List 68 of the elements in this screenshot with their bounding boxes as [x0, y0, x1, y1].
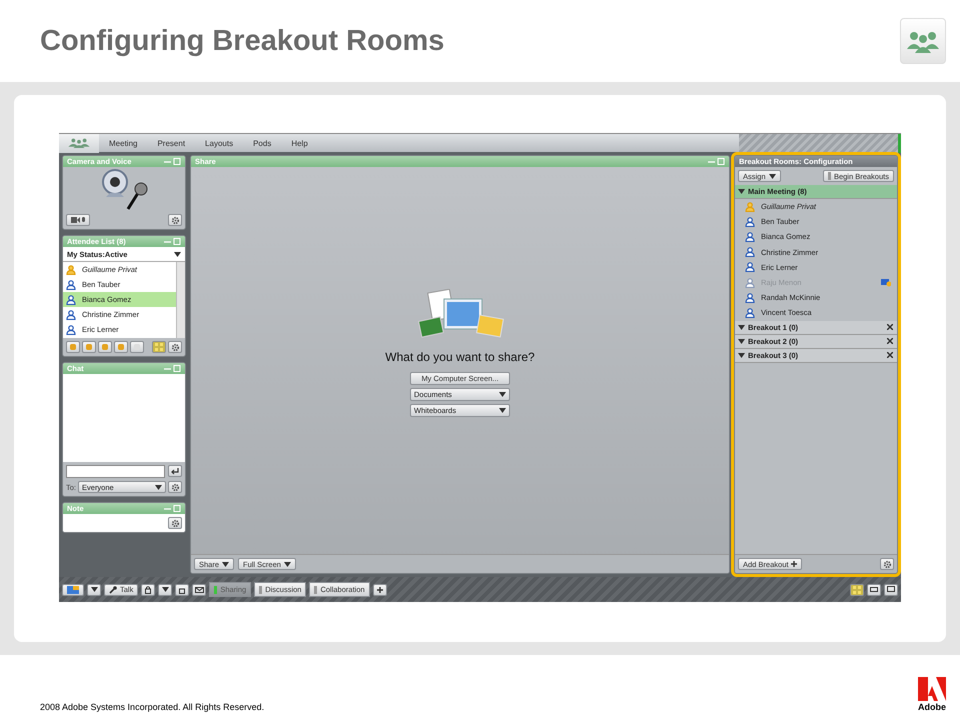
people-icon: [906, 29, 940, 53]
handset-button[interactable]: [175, 584, 190, 596]
square-icon: [133, 343, 141, 351]
settings-button[interactable]: [880, 558, 894, 570]
monitor-icon: [887, 586, 895, 593]
caret-icon: [90, 587, 98, 592]
expand-icon: [738, 189, 745, 194]
rounded-square-icon: [85, 343, 93, 351]
mail-button[interactable]: [192, 584, 206, 596]
menu-item[interactable]: Layouts: [195, 138, 244, 148]
close-icon[interactable]: [887, 338, 893, 344]
caret-icon: [499, 392, 506, 397]
send-button[interactable]: [168, 465, 182, 477]
copyright-text: 2008 Adobe Systems Incorporated. All Rights Reserved.: [40, 702, 264, 712]
settings-button[interactable]: [168, 214, 182, 226]
brand-text: Adobe: [918, 702, 946, 712]
chat-input-field[interactable]: [66, 465, 165, 478]
camera-voice-button[interactable]: [66, 214, 90, 226]
rounded-square-icon: [101, 343, 109, 351]
blank-button[interactable]: [130, 341, 144, 353]
settings-button[interactable]: [168, 517, 182, 529]
rounded-square-icon: [69, 343, 77, 351]
caret-icon: [174, 252, 181, 256]
expand-icon: [738, 324, 745, 330]
expand-icon: [738, 338, 745, 344]
folder-button[interactable]: [62, 584, 84, 596]
scrollbar[interactable]: [176, 262, 185, 338]
phone-button[interactable]: [82, 341, 96, 353]
slide-title: Configuring Breakout Rooms: [40, 24, 444, 58]
expand-icon: [738, 352, 745, 358]
settings-button[interactable]: [168, 481, 182, 493]
settings-button[interactable]: [168, 341, 182, 353]
hand-button[interactable]: [114, 341, 128, 353]
close-icon[interactable]: [887, 324, 893, 330]
share-prompt: What do you want to share?: [385, 350, 535, 364]
dropdown-button[interactable]: [158, 584, 172, 596]
speaker-button[interactable]: [98, 341, 112, 353]
plus-icon: [791, 561, 798, 567]
rectangle-icon: [870, 586, 878, 592]
envelope-icon: [194, 586, 204, 592]
rounded-square-icon: [117, 343, 125, 351]
menu-item[interactable]: Meeting: [99, 138, 148, 148]
logo-icon: [918, 677, 946, 701]
people-icon[interactable]: [68, 138, 90, 148]
lock-button[interactable]: [141, 584, 156, 596]
square-icon: [179, 586, 186, 594]
grid-view-button[interactable]: [850, 584, 864, 596]
wrench-icon: [109, 586, 117, 594]
caret-icon: [162, 587, 169, 592]
caret-icon: [499, 408, 506, 413]
caret-icon: [768, 174, 776, 178]
caret-icon: [155, 484, 162, 490]
close-icon[interactable]: [887, 352, 893, 358]
folder-icon: [67, 586, 79, 594]
camera-microphone-icon: [71, 217, 85, 223]
dropdown-button[interactable]: [87, 584, 101, 596]
plus-icon: [376, 586, 383, 592]
lock-icon: [145, 586, 152, 594]
add-person-button[interactable]: [66, 341, 80, 353]
caret-icon: [222, 562, 230, 566]
menu-item[interactable]: Present: [147, 138, 196, 148]
menu-item[interactable]: Help: [281, 138, 318, 148]
menu-item[interactable]: Pods: [243, 138, 282, 148]
chat-view-button[interactable]: [867, 584, 881, 596]
presence-icon: [881, 278, 891, 287]
caret-icon: [284, 562, 291, 566]
add-layout-button[interactable]: [372, 584, 387, 596]
screen-view-button[interactable]: [884, 584, 898, 596]
